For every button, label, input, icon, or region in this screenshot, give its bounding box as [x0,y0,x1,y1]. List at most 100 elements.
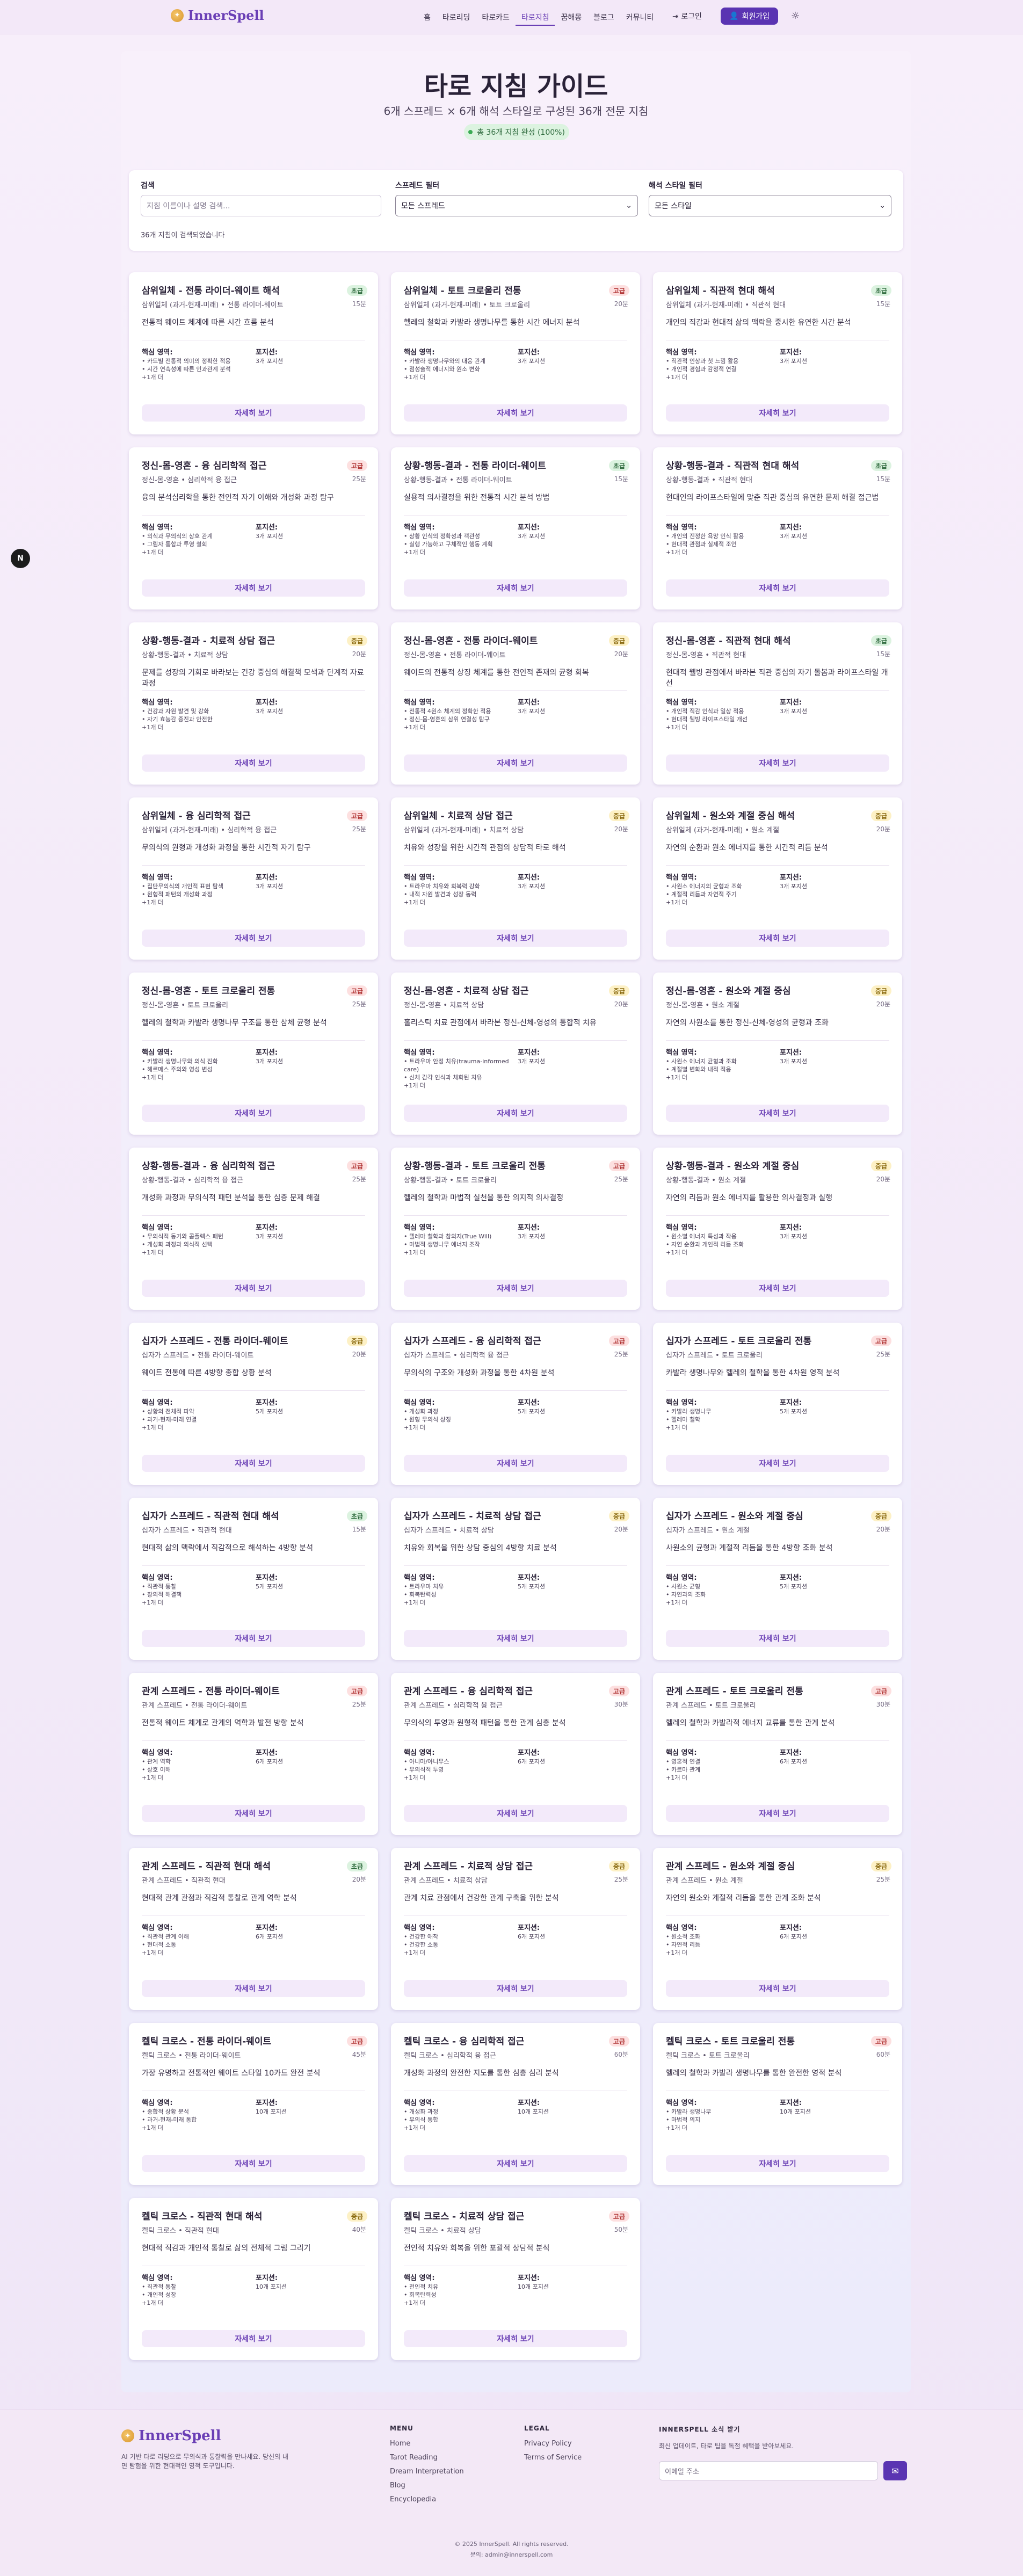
nav-blog[interactable]: 블로그 [587,10,620,26]
view-detail-button[interactable]: 자세히 보기 [142,404,365,422]
view-detail-button[interactable]: 자세히 보기 [404,1105,627,1122]
guideline-card[interactable]: 상황-행동-결과 - 토트 크로울리 전통 상황-행동-결과 • 토트 크로울리 고… [391,1148,640,1310]
view-detail-button[interactable]: 자세히 보기 [666,404,889,422]
signup-button[interactable]: 👤 회원가입 [721,8,778,25]
assistant-bubble[interactable]: N [11,549,30,568]
guideline-card[interactable]: 십자가 스프레드 - 전통 라이더-웨이트 십자가 스프레드 • 전통 라이더-웨… [129,1323,378,1485]
guideline-card[interactable]: 삼위일체 - 원소와 계절 중심 해석 삼위일체 (과거-현재-미래) • 원소 … [653,797,902,960]
guideline-card[interactable]: 십자가 스프레드 - 직관적 현대 해석 십자가 스프레드 • 직관적 현대 초급 1… [129,1498,378,1660]
guideline-card[interactable]: 삼위일체 - 직관적 현대 해석 삼위일체 (과거-현재-미래) • 직관적 현대… [653,272,902,434]
view-detail-button[interactable]: 자세히 보기 [404,579,627,597]
view-detail-button[interactable]: 자세히 보기 [404,1805,627,1822]
guideline-card[interactable]: 상황-행동-결과 - 원소와 계절 중심 상황-행동-결과 • 원소 계절 중급 20… [653,1148,902,1310]
view-detail-button[interactable]: 자세히 보기 [142,2330,365,2347]
sun-icon[interactable]: ☼ [791,10,800,21]
footer-link-terms[interactable]: Terms of Service [524,2454,582,2462]
guideline-card[interactable]: 관계 스프레드 - 전통 라이더-웨이트 관계 스프레드 • 전통 라이더-웨이트… [129,1673,378,1835]
view-detail-button[interactable]: 자세히 보기 [666,754,889,772]
guideline-card[interactable]: 십자가 스프레드 - 토트 크로울리 전통 십자가 스프레드 • 토트 크로울리 고… [653,1323,902,1485]
guideline-card[interactable]: 켈틱 크로스 - 토트 크로울리 전통 켈틱 크로스 • 토트 크로울리 고급 60분… [653,2023,902,2185]
footer-link-dream[interactable]: Dream Interpretation [390,2468,464,2476]
footer-link-privacy[interactable]: Privacy Policy [524,2440,582,2448]
guideline-card[interactable]: 관계 스프레드 - 토트 크로울리 전통 관계 스프레드 • 토트 크로울리 고급 3… [653,1673,902,1835]
view-detail-button[interactable]: 자세히 보기 [666,1455,889,1472]
nav-tarot-reading[interactable]: 타로리딩 [437,10,476,26]
guideline-card[interactable]: 관계 스프레드 - 직관적 현대 해석 관계 스프레드 • 직관적 현대 초급 20분… [129,1848,378,2010]
view-detail-button[interactable]: 자세히 보기 [666,930,889,947]
view-detail-button[interactable]: 자세히 보기 [666,1105,889,1122]
guideline-card[interactable]: 켈틱 크로스 - 치료적 상담 접근 켈틱 크로스 • 치료적 상담 고급 50분 전인… [391,2198,640,2360]
footer-link-encyclopedia[interactable]: Encyclopedia [390,2495,464,2504]
view-detail-button[interactable]: 자세히 보기 [404,2330,627,2347]
guideline-card[interactable]: 십자가 스프레드 - 융 심리학적 접근 십자가 스프레드 • 심리학적 융 접근… [391,1323,640,1485]
view-detail-button[interactable]: 자세히 보기 [142,2155,365,2172]
view-detail-button[interactable]: 자세히 보기 [142,1630,365,1647]
view-detail-button[interactable]: 자세히 보기 [666,579,889,597]
guideline-card[interactable]: 관계 스프레드 - 치료적 상담 접근 관계 스프레드 • 치료적 상담 중급 25분… [391,1848,640,2010]
view-detail-button[interactable]: 자세히 보기 [404,930,627,947]
view-detail-button[interactable]: 자세히 보기 [142,1805,365,1822]
key-areas-label: 핵심 영역: [142,1749,173,1757]
nav-tarot-cards[interactable]: 타로카드 [476,10,516,26]
guideline-card[interactable]: 정신-몸-영혼 - 전통 라이더-웨이트 정신-몸-영혼 • 전통 라이더-웨이트… [391,622,640,785]
view-detail-button[interactable]: 자세히 보기 [142,1455,365,1472]
view-detail-button[interactable]: 자세히 보기 [142,1105,365,1122]
view-detail-button[interactable]: 자세히 보기 [404,1455,627,1472]
footer-link-blog[interactable]: Blog [390,2481,464,2490]
guideline-card[interactable]: 상황-행동-결과 - 직관적 현대 해석 상황-행동-결과 • 직관적 현대 초급 1… [653,447,902,609]
footer-logo[interactable]: ✦ InnerSpell [121,2428,221,2444]
view-detail-button[interactable]: 자세히 보기 [666,1280,889,1297]
guideline-card[interactable]: 십자가 스프레드 - 원소와 계절 중심 십자가 스프레드 • 원소 계절 중급 20… [653,1498,902,1660]
guideline-card[interactable]: 십자가 스프레드 - 치료적 상담 접근 십자가 스프레드 • 치료적 상담 중급 2… [391,1498,640,1660]
spread-filter-select[interactable]: 모든 스프레드 ⌄ [395,195,638,216]
nav-tarot-guidelines[interactable]: 타로지침 [515,10,555,26]
guideline-card[interactable]: 정신-몸-영혼 - 토트 크로울리 전통 정신-몸-영혼 • 토트 크로울리 고급 2… [129,973,378,1135]
view-detail-button[interactable]: 자세히 보기 [142,1980,365,1997]
logo[interactable]: ✦ InnerSpell [171,8,264,23]
view-detail-button[interactable]: 자세히 보기 [404,754,627,772]
view-detail-button[interactable]: 자세히 보기 [142,1280,365,1297]
guideline-card[interactable]: 정신-몸-영혼 - 치료적 상담 접근 정신-몸-영혼 • 치료적 상담 중급 20분… [391,973,640,1135]
nav-dream[interactable]: 꿈해몽 [555,10,587,26]
guideline-card[interactable]: 상황-행동-결과 - 치료적 상담 접근 상황-행동-결과 • 치료적 상담 중급 2… [129,622,378,785]
guideline-card[interactable]: 정신-몸-영혼 - 융 심리학적 접근 정신-몸-영혼 • 심리학적 융 접근 고급… [129,447,378,609]
guideline-card[interactable]: 정신-몸-영혼 - 직관적 현대 해석 정신-몸-영혼 • 직관적 현대 초급 15분… [653,622,902,785]
nav-home[interactable]: 홈 [418,10,437,26]
view-detail-button[interactable]: 자세히 보기 [666,1805,889,1822]
guideline-card[interactable]: 삼위일체 - 전통 라이더-웨이트 해석 삼위일체 (과거-현재-미래) • 전통… [129,272,378,434]
card-title: 관계 스프레드 - 전통 라이더-웨이트 [142,1686,280,1697]
send-icon[interactable]: ✉ [883,2461,907,2480]
guideline-card[interactable]: 관계 스프레드 - 융 심리학적 접근 관계 스프레드 • 심리학적 융 접근 고급… [391,1673,640,1835]
guideline-card[interactable]: 켈틱 크로스 - 융 심리학적 접근 켈틱 크로스 • 심리학적 융 접근 고급 60… [391,2023,640,2185]
footer-link-home[interactable]: Home [390,2440,464,2448]
view-detail-button[interactable]: 자세히 보기 [404,1980,627,1997]
view-detail-button[interactable]: 자세히 보기 [404,404,627,422]
view-detail-button[interactable]: 자세히 보기 [142,930,365,947]
guideline-card[interactable]: 삼위일체 - 토트 크로울리 전통 삼위일체 (과거-현재-미래) • 토트 크로… [391,272,640,434]
view-detail-button[interactable]: 자세히 보기 [404,2155,627,2172]
footer-link-tarot[interactable]: Tarot Reading [390,2454,464,2462]
login-link[interactable]: ⇥ 로그인 [672,11,702,21]
style-filter-select[interactable]: 모든 스타일 ⌄ [649,195,891,216]
view-detail-button[interactable]: 자세히 보기 [666,2155,889,2172]
view-detail-button[interactable]: 자세히 보기 [666,1630,889,1647]
search-input[interactable]: 지침 이름이나 설명 검색... [141,195,381,216]
guideline-card[interactable]: 삼위일체 - 융 심리학적 접근 삼위일체 (과거-현재-미래) • 심리학적 융… [129,797,378,960]
view-detail-button[interactable]: 자세히 보기 [142,754,365,772]
guideline-card[interactable]: 켈틱 크로스 - 전통 라이더-웨이트 켈틱 크로스 • 전통 라이더-웨이트 고급… [129,2023,378,2185]
key-area-item: • 관계 역학 [142,1758,171,1765]
guideline-card[interactable]: 정신-몸-영혼 - 원소와 계절 중심 정신-몸-영혼 • 원소 계절 중급 20분 자… [653,973,902,1135]
card-spread: 상황-행동-결과 • 심리학적 융 접근 [142,1177,244,1185]
nav-community[interactable]: 커뮤니티 [620,10,660,26]
guideline-card[interactable]: 삼위일체 - 치료적 상담 접근 삼위일체 (과거-현재-미래) • 치료적 상담… [391,797,640,960]
view-detail-button[interactable]: 자세히 보기 [404,1280,627,1297]
view-detail-button[interactable]: 자세히 보기 [142,579,365,597]
divider [142,865,365,866]
view-detail-button[interactable]: 자세히 보기 [404,1630,627,1647]
view-detail-button[interactable]: 자세히 보기 [666,1980,889,1997]
newsletter-email-input[interactable]: 이메일 주소 [659,2461,878,2480]
guideline-card[interactable]: 관계 스프레드 - 원소와 계절 중심 관계 스프레드 • 원소 계절 중급 25분 자… [653,1848,902,2010]
guideline-card[interactable]: 상황-행동-결과 - 융 심리학적 접근 상황-행동-결과 • 심리학적 융 접근… [129,1148,378,1310]
guideline-card[interactable]: 상황-행동-결과 - 전통 라이더-웨이트 상황-행동-결과 • 전통 라이더-웨… [391,447,640,609]
guideline-card[interactable]: 켈틱 크로스 - 직관적 현대 해석 켈틱 크로스 • 직관적 현대 중급 40분 현대… [129,2198,378,2360]
